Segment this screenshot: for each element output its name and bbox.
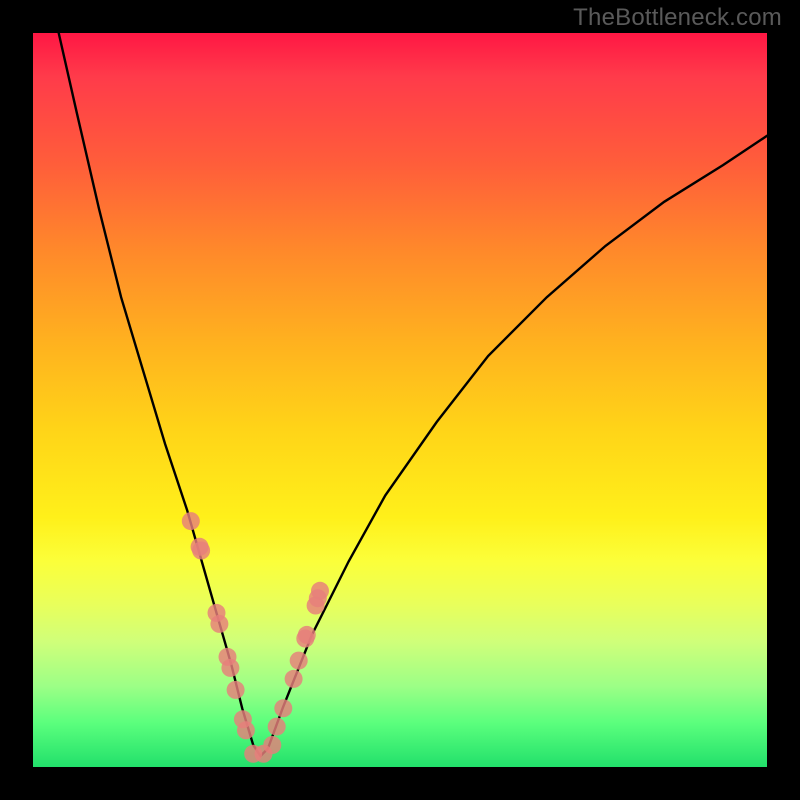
data-point <box>285 670 303 688</box>
data-point <box>290 652 308 670</box>
chart-svg <box>33 33 767 767</box>
data-point <box>268 718 286 736</box>
data-point <box>210 615 228 633</box>
data-point <box>221 659 239 677</box>
curve-layer <box>59 33 767 756</box>
bottleneck-curve <box>59 33 767 756</box>
data-points-layer <box>182 512 329 763</box>
data-point <box>192 542 210 560</box>
data-point <box>274 699 292 717</box>
chart-frame: TheBottleneck.com <box>0 0 800 800</box>
watermark-label: TheBottleneck.com <box>573 4 782 32</box>
plot-area <box>33 33 767 767</box>
data-point <box>182 512 200 530</box>
data-point <box>311 582 329 600</box>
data-point <box>227 681 245 699</box>
data-point <box>263 736 281 754</box>
data-point <box>298 626 316 644</box>
data-point <box>237 721 255 739</box>
